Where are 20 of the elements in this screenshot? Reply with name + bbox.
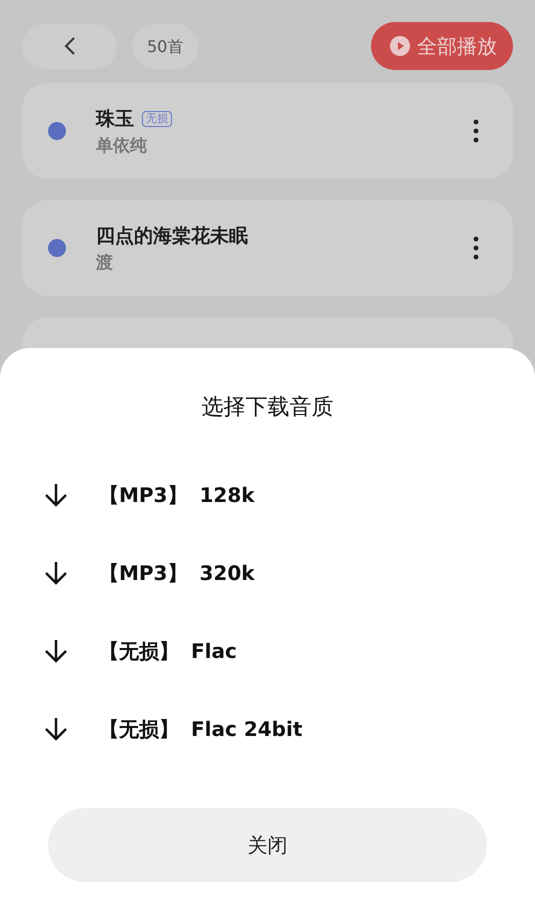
song-title: 珠玉: [96, 106, 134, 132]
download-icon: [43, 716, 69, 742]
quality-badge: 无损: [142, 110, 172, 126]
back-icon: [62, 36, 76, 56]
song-artist: 渡: [96, 252, 114, 274]
song-artist: 单依纯: [96, 134, 148, 156]
close-button[interactable]: 关闭: [48, 808, 487, 882]
song-dot: [48, 122, 66, 140]
play-icon: [389, 35, 411, 57]
song-card[interactable]: 四点的海棠花未眠 渡: [22, 200, 513, 296]
sheet-title: 选择下载音质: [202, 394, 334, 422]
song-card[interactable]: 珠玉 无损 单依纯: [22, 83, 513, 179]
download-icon: [43, 638, 69, 664]
song-dot: [48, 239, 66, 257]
more-icon[interactable]: [473, 119, 479, 143]
song-count: 50首: [132, 24, 198, 68]
download-icon: [43, 560, 69, 586]
song-title: 四点的海棠花未眠: [96, 224, 248, 248]
more-icon[interactable]: [473, 236, 479, 260]
download-icon: [43, 482, 69, 508]
